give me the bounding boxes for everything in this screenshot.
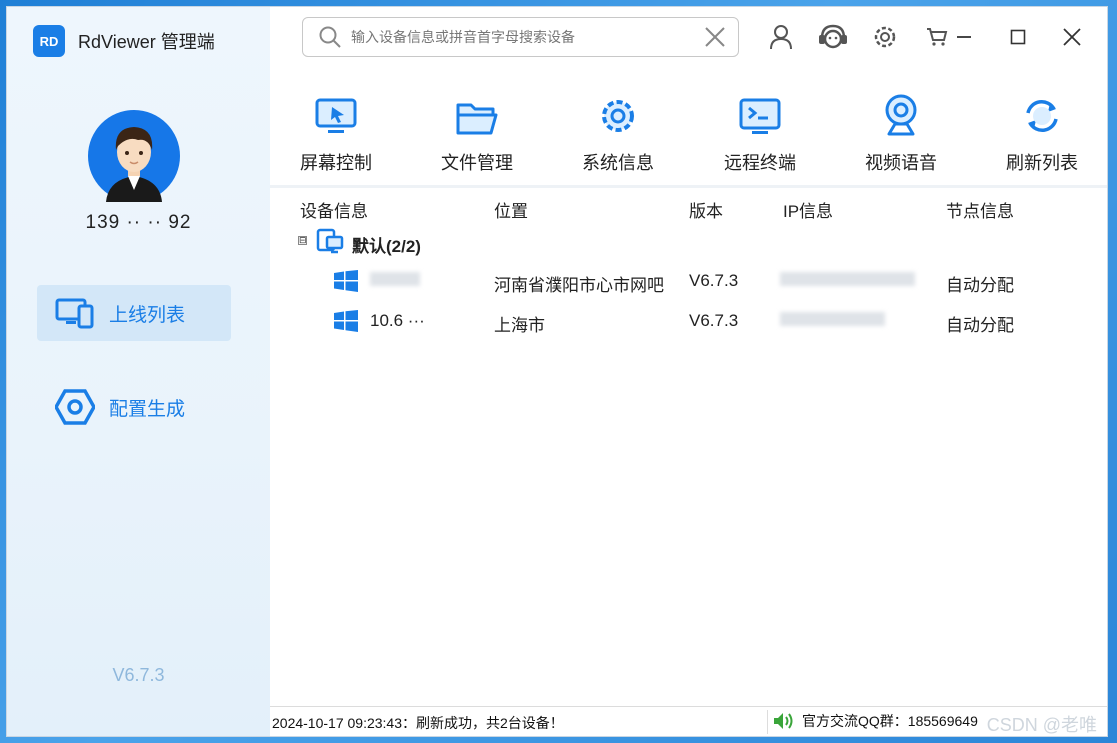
device-table: 设备信息 位置 版本 IP信息 节点信息 ⊟ 默认(2/2) 河南省濮阳市心市网… bbox=[270, 189, 1107, 341]
table-header: 设备信息 位置 版本 IP信息 节点信息 bbox=[270, 189, 1107, 223]
device-group-icon bbox=[316, 228, 344, 254]
support-button[interactable] bbox=[807, 21, 859, 53]
customer-service-icon bbox=[819, 24, 847, 49]
toolbar: 屏幕控制 文件管理 系统信息 远程终端 视频语音 刷新列表 bbox=[270, 83, 1107, 187]
column-header-node[interactable]: 节点信息 bbox=[946, 197, 1014, 222]
tool-label: 屏幕控制 bbox=[300, 153, 372, 173]
qq-group-link[interactable]: 官方交流QQ群：185569649 bbox=[772, 711, 978, 731]
tool-label: 刷新列表 bbox=[1006, 153, 1078, 173]
column-header-device[interactable]: 设备信息 bbox=[300, 197, 368, 222]
top-icons bbox=[755, 21, 963, 53]
table-row[interactable]: 10.6 ··· 上海市 V6.7.3 自动分配 bbox=[270, 301, 1107, 341]
refresh-list-button[interactable]: 刷新列表 bbox=[987, 83, 1097, 175]
column-header-version[interactable]: 版本 bbox=[689, 197, 723, 222]
close-icon bbox=[705, 27, 725, 47]
settings-button[interactable] bbox=[859, 21, 911, 53]
status-message: 2024-10-17 09:23:43：刷新成功，共2台设备！ bbox=[272, 715, 564, 731]
minimize-button[interactable] bbox=[937, 21, 991, 53]
app-title: RdViewer 管理端 bbox=[78, 32, 215, 52]
search-input[interactable] bbox=[351, 29, 704, 45]
maximize-icon bbox=[1010, 29, 1026, 45]
tool-label: 系统信息 bbox=[582, 153, 654, 173]
hexagon-settings-icon bbox=[55, 389, 95, 425]
app-logo: RD bbox=[33, 25, 65, 57]
webcam-icon bbox=[885, 94, 917, 136]
column-header-location[interactable]: 位置 bbox=[494, 197, 528, 222]
qq-group-text: 官方交流QQ群：185569649 bbox=[802, 713, 978, 729]
device-ip bbox=[780, 271, 915, 291]
app-window: RD RdViewer 管理端 139 ·· ·· 92 上线列表 配置生成 V… bbox=[6, 6, 1108, 737]
status-separator bbox=[767, 710, 768, 734]
terminal-icon bbox=[739, 98, 781, 134]
device-version: V6.7.3 bbox=[689, 271, 739, 290]
status-bar: 2024-10-17 09:23:43：刷新成功，共2台设备！ 官方交流QQ群：… bbox=[270, 706, 1107, 736]
toolbar-divider bbox=[270, 185, 1107, 188]
device-ip bbox=[780, 311, 885, 331]
maximize-button[interactable] bbox=[991, 21, 1045, 53]
device-node: 自动分配 bbox=[946, 316, 1014, 335]
top-bar bbox=[270, 7, 1107, 67]
sidebar-item-online-list[interactable]: 上线列表 bbox=[37, 285, 231, 341]
device-location: 上海市 bbox=[494, 316, 545, 335]
sidebar-item-config[interactable]: 配置生成 bbox=[37, 379, 231, 435]
remote-terminal-button[interactable]: 远程终端 bbox=[705, 83, 815, 175]
brand: RD RdViewer 管理端 bbox=[33, 25, 215, 57]
close-button[interactable] bbox=[1045, 21, 1099, 53]
file-manager-button[interactable]: 文件管理 bbox=[422, 83, 532, 175]
collapse-toggle[interactable]: ⊟ bbox=[298, 236, 307, 245]
app-version: V6.7.3 bbox=[112, 665, 165, 685]
gear-icon bbox=[874, 26, 896, 48]
device-name bbox=[370, 271, 420, 291]
device-name: 10.6 ··· bbox=[370, 311, 425, 330]
device-location: 河南省濮阳市心市网吧 bbox=[494, 276, 664, 295]
windows-icon bbox=[334, 270, 358, 292]
windows-icon bbox=[334, 310, 358, 332]
group-label: 默认(2/2) bbox=[352, 237, 421, 256]
watermark: CSDN @老唯 bbox=[986, 715, 1097, 735]
tool-label: 视频语音 bbox=[865, 153, 937, 173]
screen-control-icon bbox=[315, 98, 357, 133]
tool-label: 文件管理 bbox=[441, 153, 513, 173]
refresh-icon bbox=[1026, 100, 1058, 132]
minimize-icon bbox=[957, 36, 971, 38]
monitor-devices-icon bbox=[55, 298, 94, 329]
clear-search-button[interactable] bbox=[704, 26, 726, 48]
search-icon bbox=[319, 26, 341, 48]
user-icon bbox=[770, 25, 792, 50]
device-node: 自动分配 bbox=[946, 276, 1014, 295]
screen-control-button[interactable]: 屏幕控制 bbox=[281, 83, 391, 175]
table-row[interactable]: 河南省濮阳市心市网吧 V6.7.3 自动分配 bbox=[270, 261, 1107, 301]
avatar[interactable] bbox=[88, 110, 180, 202]
column-header-ip[interactable]: IP信息 bbox=[783, 197, 833, 222]
system-info-button[interactable]: 系统信息 bbox=[563, 83, 673, 175]
window-controls bbox=[937, 21, 1099, 53]
username: 139 ·· ·· 92 bbox=[85, 212, 192, 233]
sidebar: RD RdViewer 管理端 139 ·· ·· 92 上线列表 配置生成 V… bbox=[7, 7, 270, 736]
sidebar-item-label: 上线列表 bbox=[109, 304, 186, 326]
device-version: V6.7.3 bbox=[689, 311, 739, 330]
video-voice-button[interactable]: 视频语音 bbox=[846, 83, 956, 175]
sidebar-item-label: 配置生成 bbox=[109, 398, 186, 420]
tool-label: 远程终端 bbox=[724, 153, 796, 173]
device-group[interactable]: ⊟ 默认(2/2) bbox=[270, 223, 1107, 261]
close-icon bbox=[1063, 28, 1081, 46]
search-box bbox=[302, 17, 739, 57]
speaker-icon bbox=[774, 713, 793, 729]
folder-icon bbox=[456, 103, 498, 135]
gear-icon bbox=[602, 100, 634, 132]
user-button[interactable] bbox=[755, 21, 807, 53]
